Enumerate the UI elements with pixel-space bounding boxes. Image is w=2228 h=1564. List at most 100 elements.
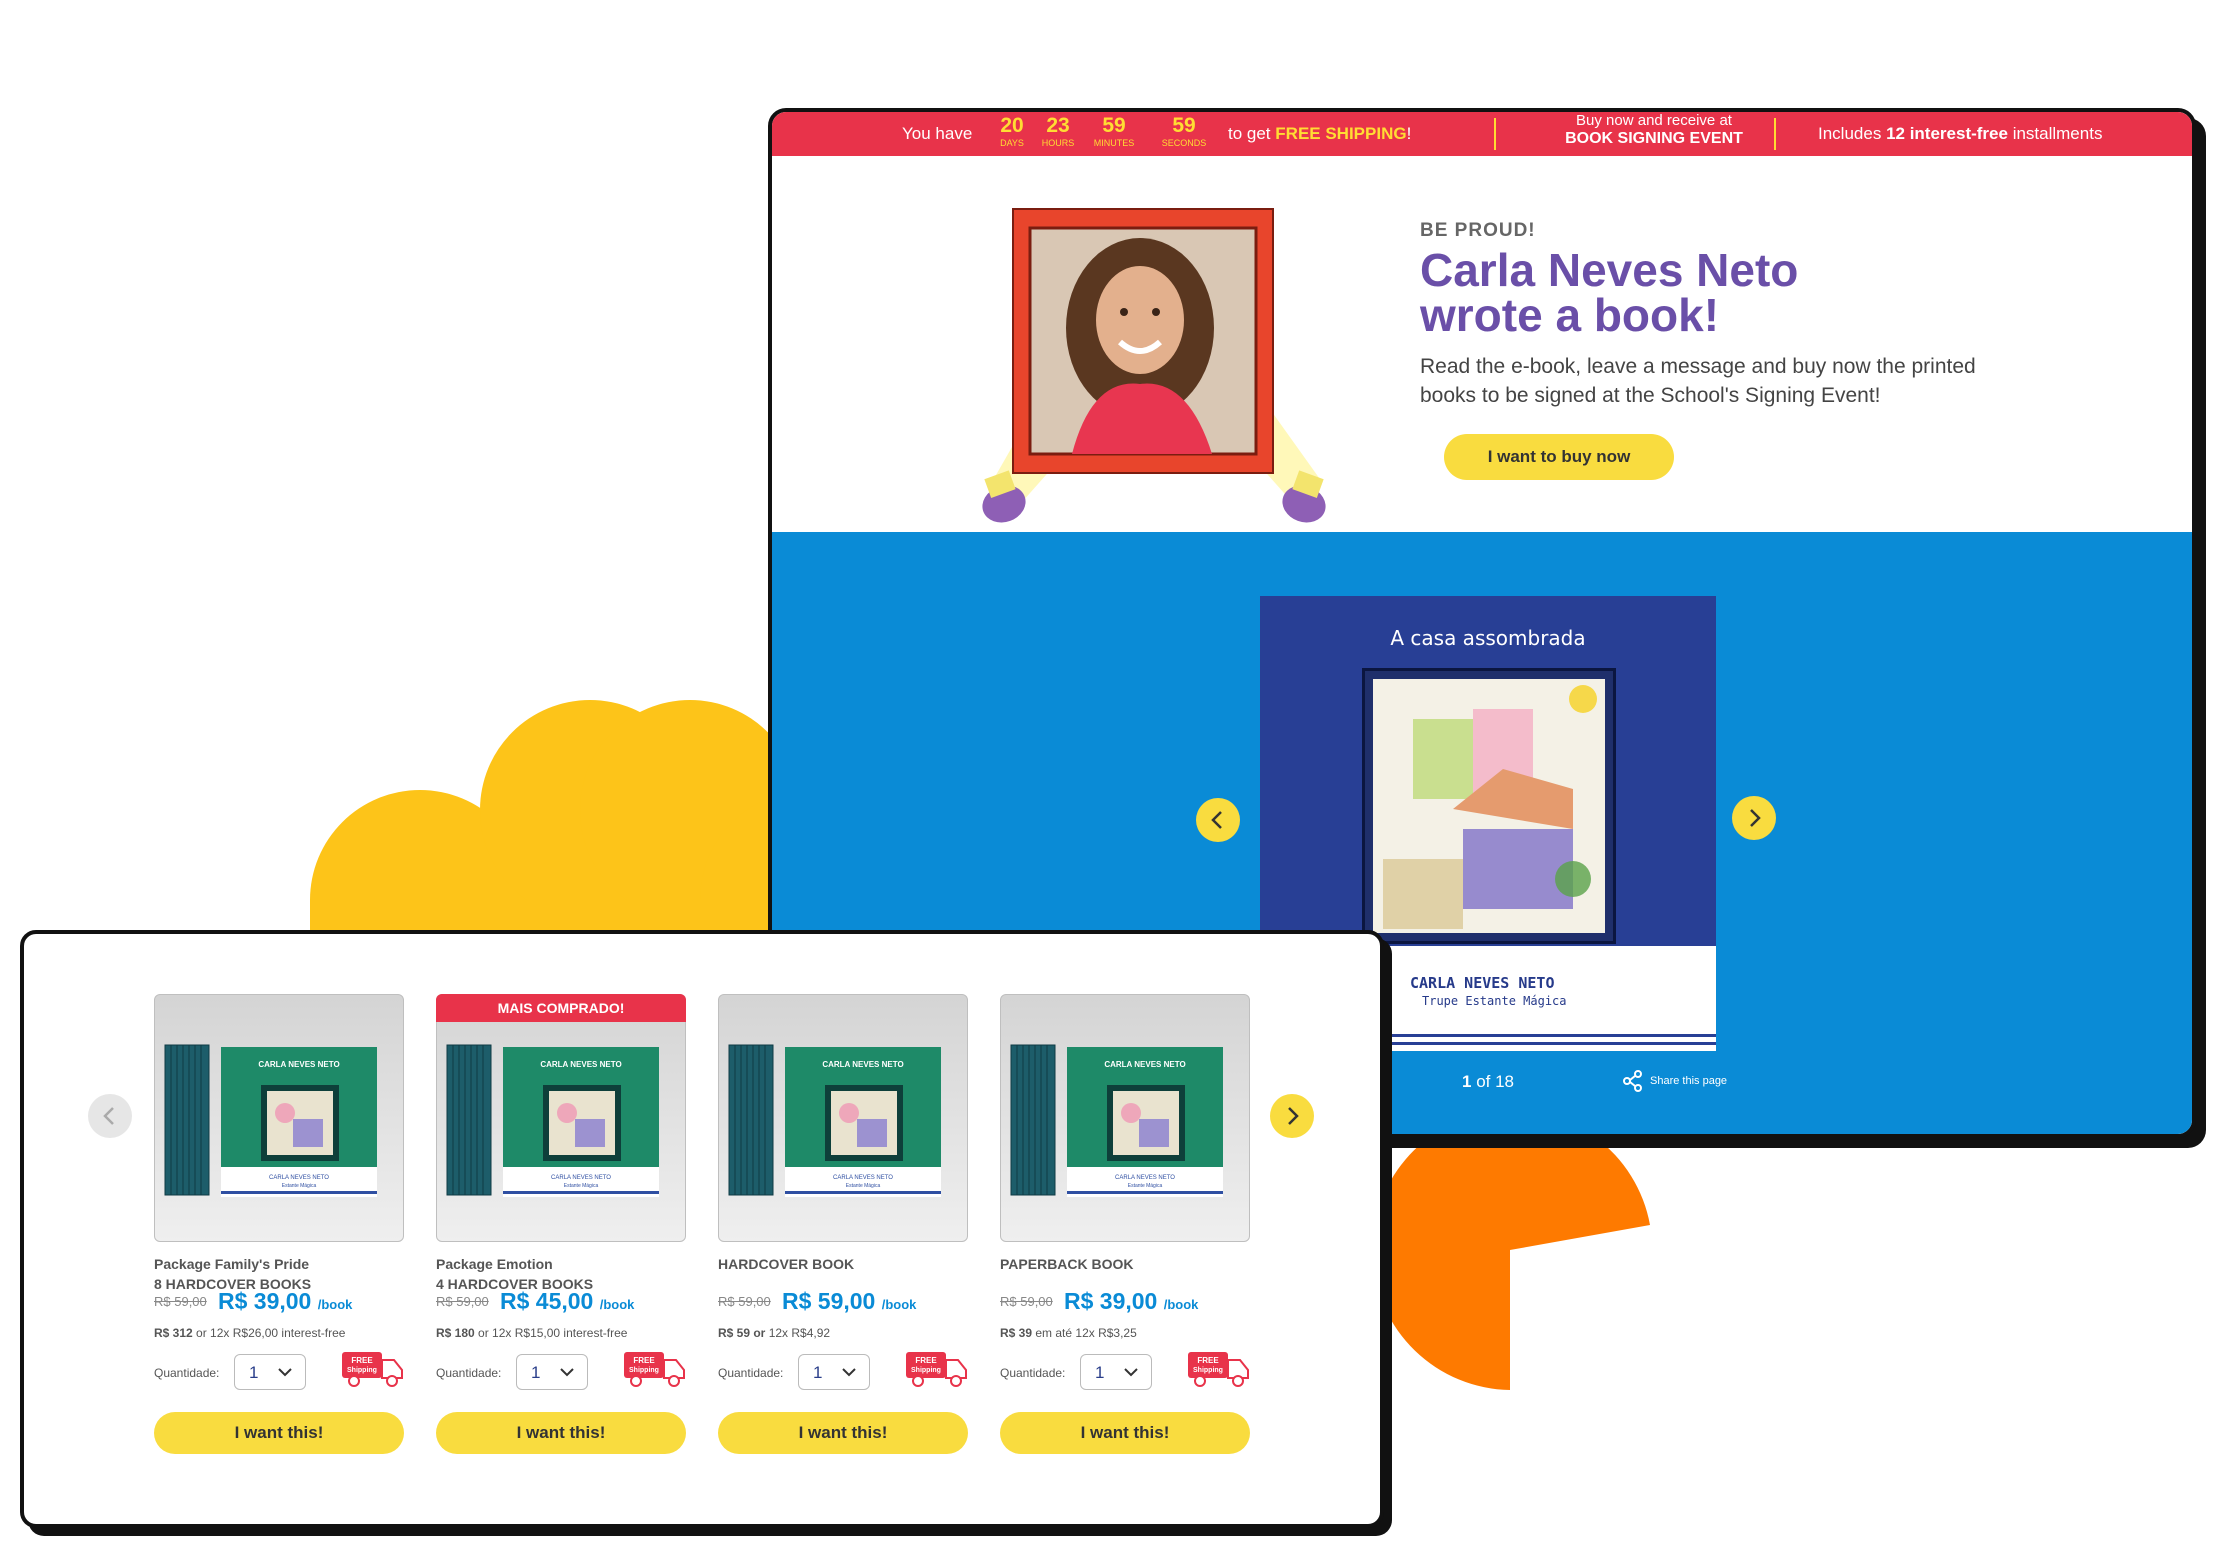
free-ship-text: Shipping: [629, 1367, 659, 1374]
quantity-select[interactable]: 1: [516, 1354, 588, 1390]
ebook-title: A casa assombrada: [1390, 626, 1586, 650]
add-to-cart-button[interactable]: I want this!: [436, 1412, 686, 1454]
hero-title-line1: Carla Neves Neto: [1420, 244, 1799, 296]
installment-info: R$ 59 or 12x R$4,92: [718, 1326, 830, 1340]
signing-line1: Buy now and receive at: [1576, 112, 1732, 129]
share-label: Share this page: [1650, 1075, 1728, 1087]
hero-title-line2: wrote a book!: [1420, 289, 1720, 341]
free-shipping-truck-icon: FREE Shipping: [624, 1352, 685, 1387]
page-total: of 18: [1476, 1072, 1515, 1091]
price-unit: /book: [599, 1297, 635, 1312]
free-shipping-exclaim: !: [1406, 124, 1412, 143]
product-image[interactable]: CARLA NEVES NETO CARLA NEVES NETO Estante …: [154, 994, 404, 1242]
product-name: HARDCOVER BOOK: [718, 1254, 968, 1274]
sale-price: R$ 59,00 /book: [782, 1288, 916, 1315]
mini-book-series: Estante Mágica: [1128, 1183, 1163, 1189]
signing-line2: BOOK SIGNING EVENT: [1565, 130, 1743, 147]
next-page-button[interactable]: [1732, 796, 1776, 840]
free-shipping-truck-icon: FREE Shipping: [342, 1352, 403, 1387]
free-ship-text: FREE: [915, 1356, 937, 1365]
author-photo: [1012, 208, 1274, 474]
buy-now-button[interactable]: I want to buy now: [1444, 434, 1674, 480]
quantity-value: 1: [813, 1363, 823, 1382]
signing-event-promo: Buy now and receive at BOOK SIGNING EVEN…: [1504, 112, 1804, 149]
ebook-author: CARLA NEVES NETO: [1410, 974, 1555, 992]
installments-bold: 12 interest-free: [1886, 124, 2008, 143]
product-card: CARLA NEVES NETO CARLA NEVES NETO Estante …: [718, 994, 968, 1464]
prev-page-button[interactable]: [1196, 798, 1240, 842]
installments-suffix: installments: [2012, 124, 2103, 143]
sale-price-value: R$ 59,00: [782, 1288, 876, 1314]
page-counter: 1 of 18: [1462, 1072, 1514, 1092]
product-name-line1: PAPERBACK BOOK: [1000, 1256, 1134, 1272]
sale-price-value: R$ 39,00: [218, 1288, 312, 1314]
chevron-down-icon: [842, 1368, 856, 1377]
product-image[interactable]: CARLA NEVES NETO CARLA NEVES NETO Estante …: [718, 994, 968, 1242]
free-shipping-text: to get FREE SHIPPING!: [1228, 124, 1411, 144]
sale-price: R$ 39,00 /book: [1064, 1288, 1198, 1315]
house-drawing: [1373, 679, 1605, 933]
promo-bar: You have 20 DAYS 23 HOURS 59 MINUTES 59 …: [772, 112, 2192, 156]
installments-prefix: Includes: [1818, 124, 1882, 143]
quantity-label: Quantidade:: [1000, 1366, 1066, 1380]
product-name: PAPERBACK BOOK: [1000, 1254, 1250, 1274]
carousel-next-button[interactable]: [1270, 1094, 1314, 1138]
mini-book-series: Estante Mágica: [564, 1183, 599, 1189]
book-stack-illustration: CARLA NEVES NETO CARLA NEVES NETO Estante …: [728, 1044, 941, 1197]
mini-book-author: CARLA NEVES NETO: [269, 1175, 329, 1181]
cover-stripe: [1390, 1034, 1716, 1037]
quantity-select[interactable]: 1: [1080, 1354, 1152, 1390]
original-price: R$ 59,00: [1000, 1294, 1053, 1309]
sale-price-value: R$ 39,00: [1064, 1288, 1158, 1314]
price-unit: /book: [881, 1297, 917, 1312]
quantity-select[interactable]: 1: [798, 1354, 870, 1390]
share-icon: [1623, 1070, 1642, 1092]
sale-price: R$ 45,00 /book: [500, 1288, 634, 1315]
product-image[interactable]: CARLA NEVES NETO CARLA NEVES NETO Estante …: [436, 994, 686, 1242]
quantity-value: 1: [1095, 1363, 1105, 1382]
product-name-line1: Package Family's Pride: [154, 1256, 310, 1272]
product-card: CARLA NEVES NETO CARLA NEVES NETO Estante …: [1000, 994, 1250, 1464]
countdown-suffix: to get: [1228, 124, 1271, 143]
hero-eyebrow: BE PROUD!: [1420, 220, 1536, 241]
sale-price-value: R$ 45,00: [500, 1288, 594, 1314]
free-ship-text: Shipping: [911, 1367, 941, 1374]
mini-book-author: CARLA NEVES NETO: [1115, 1175, 1175, 1181]
countdown-seconds: 59: [1172, 114, 1196, 137]
share-page-link[interactable]: Share this page: [1622, 1070, 1727, 1092]
book-stack-illustration: CARLA NEVES NETO CARLA NEVES NETO Estante …: [1010, 1044, 1223, 1197]
orange-pacman-decoration: [1372, 1110, 1650, 1390]
hero-title: Carla Neves Neto wrote a book!: [1420, 244, 1940, 341]
mini-book-author: CARLA NEVES NETO: [833, 1175, 893, 1181]
promo-divider: [1494, 118, 1496, 150]
quantity-select[interactable]: 1: [234, 1354, 306, 1390]
chevron-down-icon: [278, 1368, 292, 1377]
mini-book-title: CARLA NEVES NETO: [258, 1060, 339, 1069]
countdown-hours-label: HOURS: [1041, 138, 1075, 148]
ebook-series: Trupe Estante Mágica: [1422, 994, 1567, 1008]
free-shipping-truck-icon: FREE Shipping: [906, 1352, 967, 1387]
product-card: MAIS COMPRADO! CARLA NEVES NETO CARLA NEVE…: [436, 994, 686, 1464]
carousel-prev-button[interactable]: [88, 1094, 132, 1138]
mini-book-series: Estante Mágica: [846, 1183, 881, 1189]
mini-book-title: CARLA NEVES NETO: [540, 1060, 621, 1069]
add-to-cart-button[interactable]: I want this!: [154, 1412, 404, 1454]
quantity-value: 1: [531, 1363, 541, 1382]
countdown-hours: 23: [1046, 114, 1070, 137]
product-carousel-window: CARLA NEVES NETO CARLA NEVES NETO Estante …: [20, 930, 1384, 1528]
add-to-cart-button[interactable]: I want this!: [1000, 1412, 1250, 1454]
original-price: R$ 59,00: [436, 1294, 489, 1309]
free-ship-text: Shipping: [347, 1367, 377, 1374]
product-image[interactable]: CARLA NEVES NETO CARLA NEVES NETO Estante …: [1000, 994, 1250, 1242]
add-to-cart-button[interactable]: I want this!: [718, 1412, 968, 1454]
book-stack-illustration: CARLA NEVES NETO CARLA NEVES NETO Estante …: [446, 1044, 659, 1197]
countdown-seconds-label: SECONDS: [1161, 138, 1207, 148]
quantity-label: Quantidade:: [154, 1366, 220, 1380]
price-unit: /book: [317, 1297, 353, 1312]
chevron-left-icon: [1211, 811, 1222, 829]
free-ship-text: FREE: [351, 1356, 373, 1365]
free-shipping-truck-icon: FREE Shipping: [1188, 1352, 1249, 1387]
installment-total: R$ 59 or: [718, 1326, 766, 1340]
sale-price: R$ 39,00 /book: [218, 1288, 352, 1315]
original-price: R$ 59,00: [718, 1294, 771, 1309]
